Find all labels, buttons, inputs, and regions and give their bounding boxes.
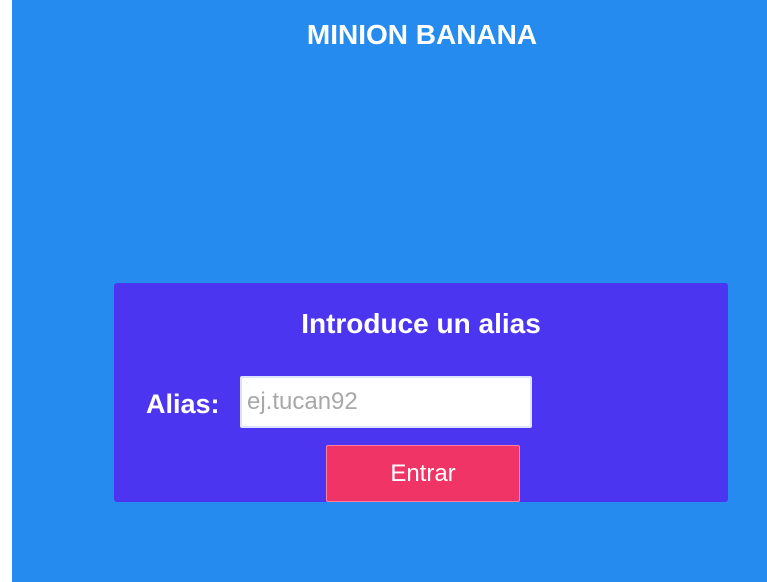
alias-label: Alias: (146, 389, 220, 419)
alias-input[interactable] (240, 376, 532, 428)
enter-button[interactable]: Entrar (326, 445, 520, 502)
app-title: MINION BANANA (306, 19, 538, 50)
alias-login-card: Introduce un alias Alias: Entrar (114, 283, 728, 502)
app-screen: MINION BANANA Introduce un alias Alias: … (0, 0, 767, 582)
alias-card-title: Introduce un alias (301, 308, 541, 339)
